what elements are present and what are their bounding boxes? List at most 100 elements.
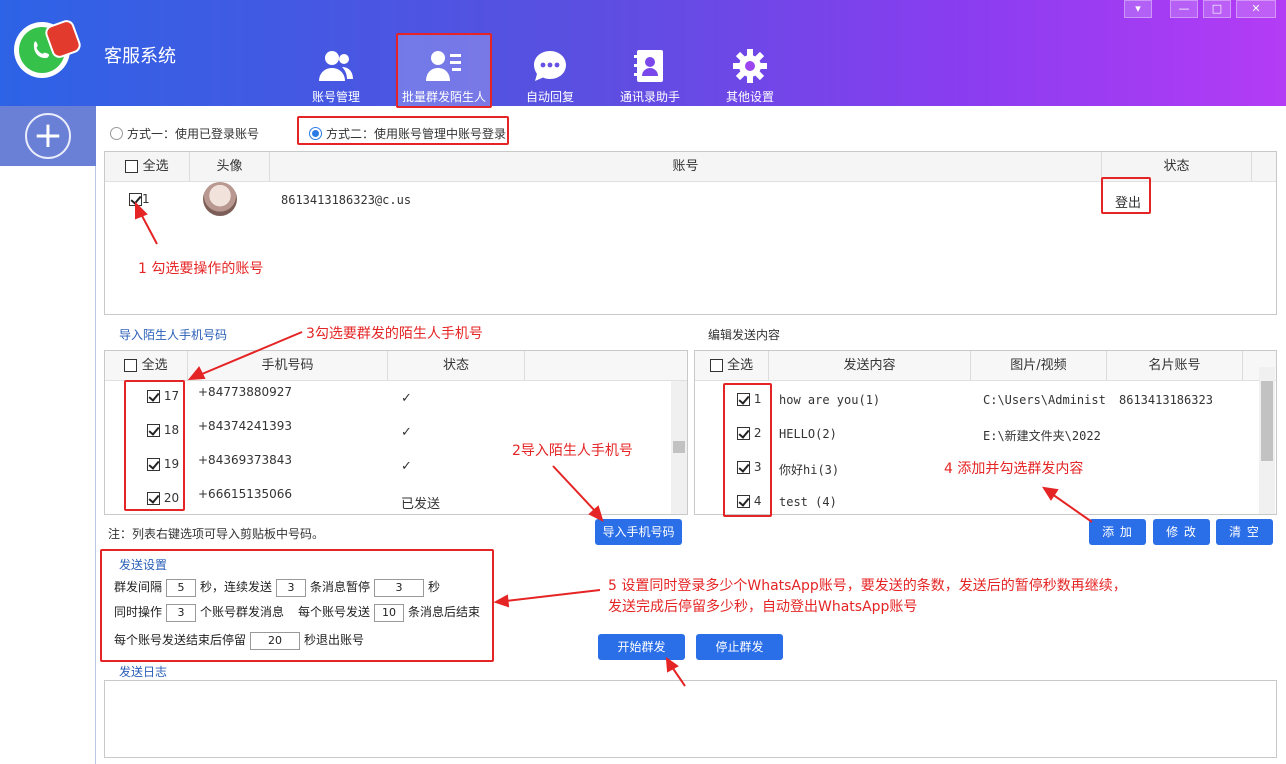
close-button[interactable]: ✕ (1236, 0, 1276, 18)
checkbox-icon[interactable] (125, 160, 139, 173)
content-text: test (4) (779, 495, 837, 509)
maximize-button[interactable]: □ (1203, 0, 1231, 18)
burst-unit: 条消息暂停 (310, 580, 371, 594)
checkbox-icon[interactable] (124, 359, 138, 372)
highlight-box (723, 383, 772, 517)
annotation-5-line2: 发送完成后停留多少秒，自动登出WhatsApp账号 (608, 599, 918, 615)
avatar (203, 182, 237, 216)
settings-title: 发送设置 (119, 558, 168, 572)
interval-unit: 秒，连续发送 (200, 580, 273, 594)
highlight-box (396, 33, 492, 108)
interval-input[interactable]: 5 (166, 578, 197, 597)
nav-account-management[interactable]: 账号管理 (288, 34, 384, 108)
phones-table-header: 全选 手机号码 状态 (105, 351, 687, 381)
header-content: 发送内容 (769, 351, 971, 381)
content-text: how are you(1) (779, 393, 881, 407)
account-id: 8613413186323@c.us (281, 193, 412, 207)
plus-icon: + (25, 113, 71, 159)
stop-send-button[interactable]: 停止群发 (696, 634, 783, 660)
per-account-unit: 条消息后结束 (408, 605, 481, 619)
header-phone-status: 状态 (388, 351, 525, 381)
phones-scrollbar[interactable] (671, 381, 687, 514)
menu-dropdown-button[interactable]: ▾ (1124, 0, 1152, 18)
highlight-box (124, 380, 185, 511)
phone-status: 已发送 (401, 497, 441, 512)
radio-icon (110, 127, 123, 140)
annotation-2: 2导入陌生人手机号 (512, 443, 633, 459)
nav-contacts-helper[interactable]: 通讯录助手 (602, 34, 698, 108)
header-media: 图片/视频 (971, 351, 1107, 381)
concurrent-input[interactable]: 3 (166, 603, 197, 622)
scroll-thumb[interactable] (673, 441, 685, 453)
annotation-3: 3勾选要群发的陌生人手机号 (306, 326, 483, 342)
contents-table: 全选 发送内容 图片/视频 名片账号 1 how are you(1) C:\Use… (694, 350, 1277, 515)
nav-other-settings[interactable]: 其他设置 (702, 34, 798, 108)
pause-unit: 秒 (428, 580, 441, 594)
stay-input[interactable]: 20 (250, 631, 301, 650)
contents-scrollbar[interactable] (1259, 367, 1275, 514)
content-text: 你好hi(3) (779, 463, 840, 477)
concurrent-label: 同时操作 (114, 605, 163, 619)
highlight-box (1101, 177, 1151, 214)
chat-bubble-icon (530, 46, 570, 86)
header-label: 全选 (142, 159, 169, 174)
send-log[interactable] (104, 680, 1277, 758)
scroll-thumb[interactable] (1261, 381, 1273, 461)
app-title: 客服系统 (104, 46, 176, 67)
header-card: 名片账号 (1107, 351, 1243, 381)
users-icon (316, 46, 356, 86)
concurrent-unit: 个账号群发消息 (200, 605, 285, 619)
import-phones-button[interactable]: 导入手机号码 (595, 519, 682, 545)
minimize-button[interactable]: — (1170, 0, 1198, 18)
nav-label: 通讯录助手 (619, 90, 680, 104)
header-phone: 手机号码 (188, 351, 388, 381)
nav-label: 自动回复 (525, 90, 574, 104)
add-content-button[interactable]: 添 加 (1089, 519, 1146, 545)
select-all-accounts[interactable]: 全选 (105, 152, 190, 182)
phone-number: +84374241393 (198, 419, 293, 433)
stay-label: 每个账号发送结束后停留 (114, 633, 247, 647)
card-account: 8613413186323 (1119, 393, 1213, 407)
header-avatar: 头像 (190, 152, 270, 182)
interval-label: 群发间隔 (114, 580, 163, 594)
stay-unit: 秒退出账号 (304, 633, 365, 647)
annotation-5-line1: 5 设置同时登录多少个WhatsApp账号，要发送的条数，发送后的暂停秒数再继续… (608, 578, 1127, 594)
phone-number: +66615135066 (198, 487, 293, 501)
nav-auto-reply[interactable]: 自动回复 (502, 34, 598, 108)
clear-content-button[interactable]: 清 空 (1216, 519, 1273, 545)
highlight-box (297, 116, 509, 145)
add-account-button[interactable]: + (0, 106, 96, 166)
checkbox-icon[interactable] (709, 359, 723, 372)
app-header: 客服系统 ▾ — □ ✕ 账号管理 批量群发陌生人 自动回复 通讯录助手 其他设… (0, 0, 1286, 108)
media-path: E:\新建文件夹\2022 (983, 429, 1101, 443)
edit-content-button[interactable]: 修 改 (1153, 519, 1210, 545)
burst-input[interactable]: 3 (276, 578, 307, 597)
phone-number: +84773880927 (198, 385, 293, 399)
row-index: 1 (142, 192, 150, 206)
per-account-label: 每个账号发送 (298, 605, 371, 619)
clipboard-note: 注：列表右键选项可导入剪贴板中号码。 (108, 527, 325, 541)
phone-status: ✓ (401, 425, 412, 440)
accounts-table: 全选 头像 账号 状态 1 8613413186323@c.us 登出 (104, 151, 1277, 315)
contents-table-header: 全选 发送内容 图片/视频 名片账号 (695, 351, 1276, 381)
select-all-phones[interactable]: 全选 (105, 351, 188, 381)
phone-number: +84369373843 (198, 453, 293, 467)
per-account-input[interactable]: 10 (374, 603, 405, 622)
nav-label: 其他设置 (725, 90, 774, 104)
address-book-icon (630, 46, 670, 86)
content-text: HELLO(2) (779, 427, 837, 441)
header-account: 账号 (270, 152, 1102, 182)
start-send-button[interactable]: 开始群发 (598, 634, 685, 660)
mode-option-1-label: 方式一：使用已登录账号 (127, 127, 260, 141)
settings-row-stay: 每个账号发送结束后停留 20 秒退出账号 (114, 631, 364, 650)
sidebar (0, 106, 96, 764)
pause-input[interactable]: 3 (374, 578, 425, 597)
settings-row-interval: 群发间隔 5 秒，连续发送 3 条消息暂停 3 秒 (114, 578, 440, 597)
media-path: C:\Users\Administr (983, 393, 1107, 407)
content-section-label: 编辑发送内容 (708, 328, 781, 342)
whatsapp-logo (14, 17, 83, 78)
select-all-contents[interactable]: 全选 (695, 351, 769, 381)
import-section-label: 导入陌生人手机号码 (119, 328, 228, 342)
mode-option-1[interactable]: 方式一：使用已登录账号 (110, 125, 259, 142)
